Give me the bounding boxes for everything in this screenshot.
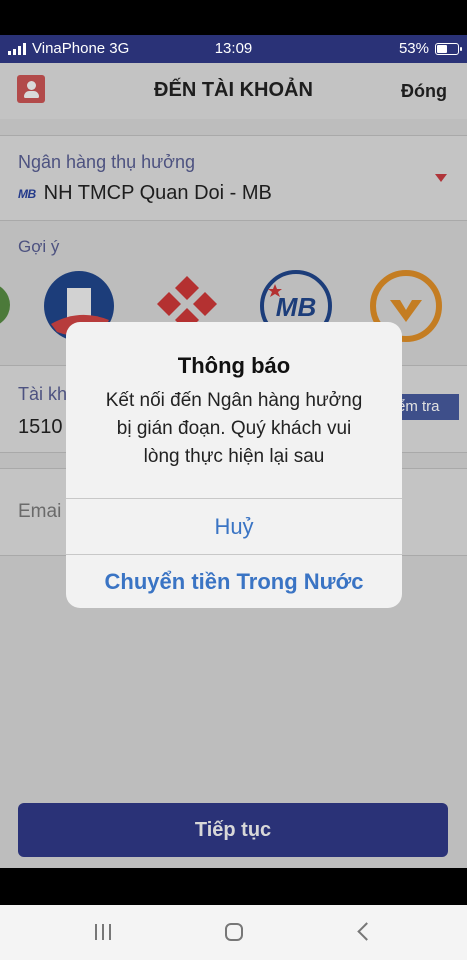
cancel-button[interactable]: Huỷ	[66, 499, 402, 554]
home-icon[interactable]	[225, 923, 243, 941]
app-header: ĐẾN TÀI KHOẢN Đóng	[0, 63, 467, 119]
status-time: 13:09	[214, 40, 253, 57]
bank-label: Ngân hàng thụ hưởng	[18, 152, 195, 172]
back-icon[interactable]	[357, 922, 376, 941]
battery-percent: 53%	[398, 40, 429, 57]
bank-value-row: MB NH TMCP Quan Doi - MB	[18, 182, 272, 205]
dialog-title: Thông báo	[177, 353, 291, 378]
dropdown-arrow-icon[interactable]	[435, 174, 447, 182]
email-label: Emai	[18, 501, 62, 522]
dialog-message: Kết nối đến Ngân hàng hưởng bị gián đoạn…	[105, 390, 363, 467]
screen: VinaPhone 3G 13:09 53% ĐẾN TÀI KHOẢN Đón…	[0, 0, 467, 960]
beneficiary-bank-select[interactable]: Ngân hàng thụ hưởng MB NH TMCP Quan Doi …	[0, 135, 467, 221]
battery-icon	[435, 42, 462, 55]
black-band	[0, 868, 467, 905]
alert-dialog: Thông báo Kết nối đến Ngân hàng hưởng bị…	[66, 322, 402, 608]
status-bar: VinaPhone 3G 13:09 53%	[0, 35, 467, 63]
partial-bank-logo-icon[interactable]	[0, 283, 10, 327]
battery-fill	[437, 44, 447, 53]
account-label: Tài kh	[18, 384, 68, 404]
account-value: 1510	[18, 416, 63, 438]
mb-logo-icon: MB	[18, 186, 36, 201]
domestic-transfer-button[interactable]: Chuyển tiền Trong Nước	[66, 555, 402, 608]
svg-text:MB: MB	[276, 292, 316, 322]
bank-value: NH TMCP Quan Doi - MB	[43, 182, 272, 204]
recent-apps-icon[interactable]	[95, 924, 111, 940]
close-button[interactable]: Đóng	[401, 81, 447, 102]
page-title: ĐẾN TÀI KHOẢN	[154, 79, 313, 101]
suggestions-label: Gợi ý	[18, 237, 60, 256]
status-right: 53%	[398, 40, 462, 57]
android-nav-bar	[0, 905, 467, 960]
continue-button[interactable]: Tiếp tục	[18, 803, 448, 857]
